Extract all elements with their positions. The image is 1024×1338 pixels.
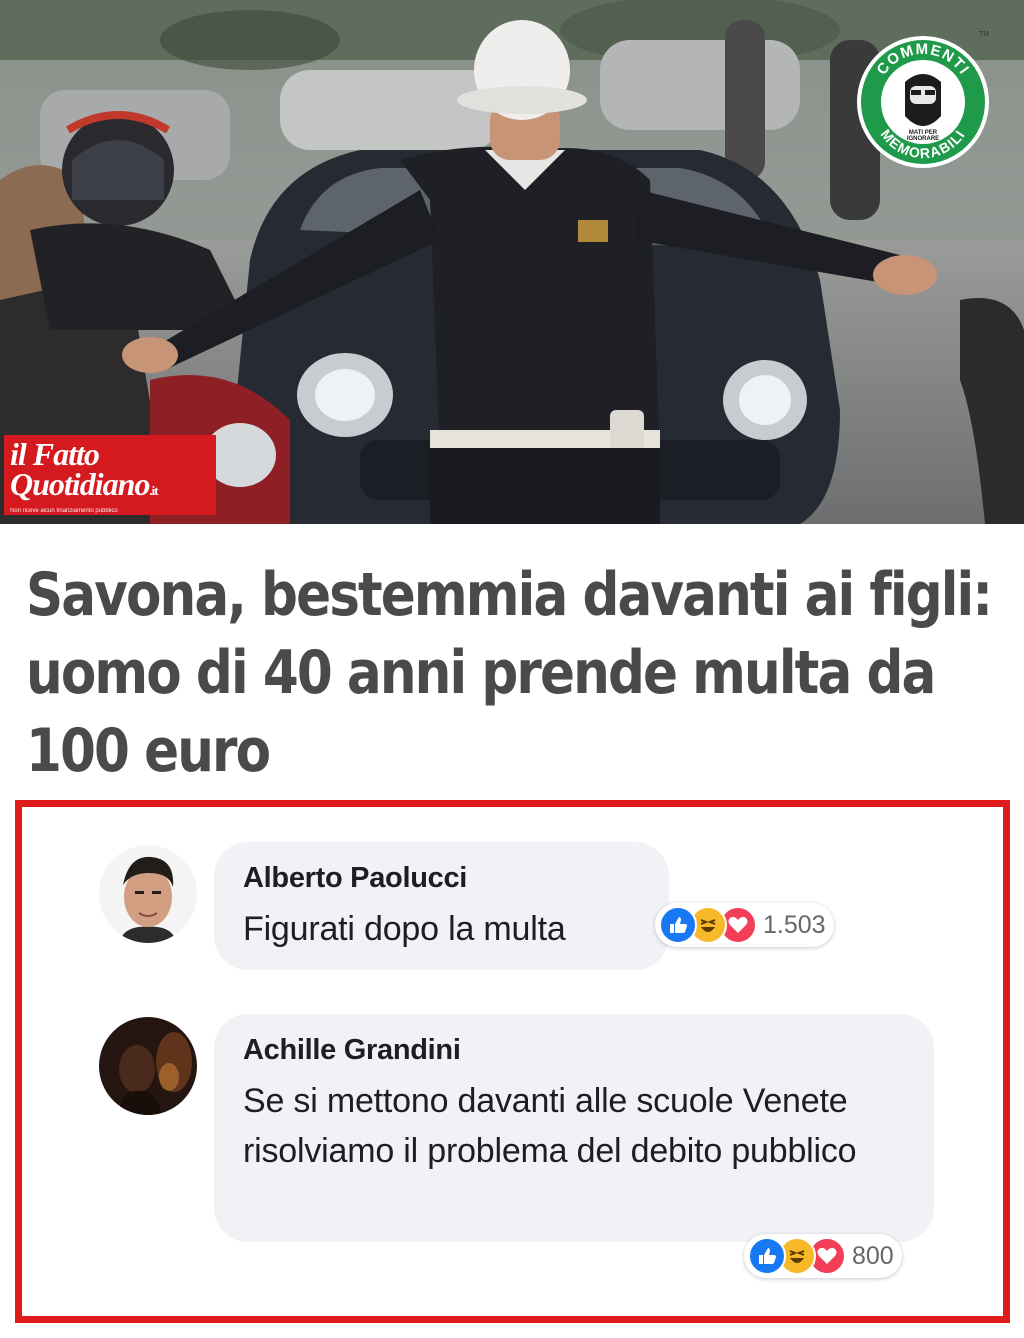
comment-1-author[interactable]: Alberto Paolucci xyxy=(243,862,467,895)
badge-center-text-2: IGNORARE xyxy=(907,136,939,142)
comment-1-reactions[interactable]: 1.503 xyxy=(655,903,834,947)
logo-line-2: Quotidiano.it xyxy=(10,466,210,506)
comment-2-author[interactable]: Achille Grandini xyxy=(243,1034,461,1067)
article-headline: Savona, bestemmia davanti ai figli: uomo… xyxy=(26,560,993,786)
logo-suffix: .it xyxy=(149,483,158,498)
comment-2-text: Se si mettono davanti alle scuole Venete… xyxy=(243,1082,857,1170)
comment-1-avatar[interactable] xyxy=(99,845,197,943)
avatar-photo-dark xyxy=(99,1017,197,1115)
logo-tagline: Non riceve alcun finanziamento pubblico xyxy=(10,508,118,514)
il-fatto-quotidiano-logo: il Fatto Quotidiano.it Non riceve alcun … xyxy=(4,435,216,515)
comment-2-bubble: Achille Grandini Se si mettono davanti a… xyxy=(214,1014,934,1242)
like-icon xyxy=(659,906,697,944)
badge-trademark: TM xyxy=(979,31,989,38)
logo-line-1: il Fatto xyxy=(10,436,100,472)
commenti-memorabili-badge: COMMENTI MEMORABILI MATI PER IGNORARE TM xyxy=(855,22,991,178)
like-icon xyxy=(748,1237,786,1275)
comment-1-text: Figurati dopo la multa xyxy=(243,910,566,948)
comment-1-reaction-count: 1.503 xyxy=(763,910,826,939)
comment-1-bubble: Alberto Paolucci Figurati dopo la multa xyxy=(214,842,669,970)
avatar-photo-man xyxy=(99,845,197,943)
logo-line-2-text: Quotidiano xyxy=(10,466,150,502)
comments-highlight-frame: Alberto Paolucci Figurati dopo la multa … xyxy=(15,800,1010,1323)
comment-2-avatar[interactable] xyxy=(99,1017,197,1115)
comment-2-reactions[interactable]: 800 xyxy=(744,1234,902,1278)
badge-emblem: COMMENTI MEMORABILI MATI PER IGNORARE TM xyxy=(857,31,989,168)
comment-2-reaction-count: 800 xyxy=(852,1241,894,1270)
hero-photo: il Fatto Quotidiano.it Non riceve alcun … xyxy=(0,0,1024,524)
